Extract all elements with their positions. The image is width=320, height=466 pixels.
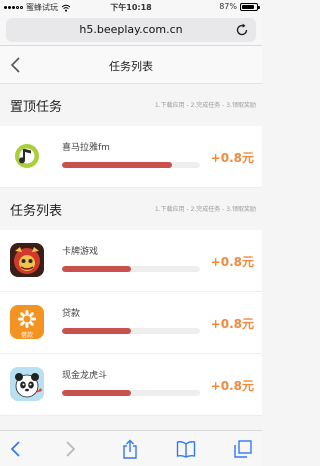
task-reward[interactable]: +0.8元	[211, 377, 254, 394]
panda-game-icon	[10, 367, 44, 401]
back-icon[interactable]	[6, 439, 26, 459]
pinned-section-header: 置顶任务 1.下载应用 - 2.完成任务 - 3.领取奖励	[0, 84, 262, 126]
loan-icon: 借款	[10, 305, 44, 339]
battery-percent: 87%	[219, 2, 237, 11]
task-progress-fill	[62, 266, 131, 272]
task-name: 贷款	[62, 309, 81, 319]
forward-icon[interactable]	[60, 439, 80, 459]
reload-icon[interactable]	[234, 22, 250, 38]
card-game-icon	[10, 243, 44, 277]
status-bar: 蜜蜂试玩 下午10:18 87%	[0, 0, 262, 14]
share-icon[interactable]	[120, 439, 140, 459]
task-reward[interactable]: +0.8元	[211, 149, 254, 166]
page-title: 任务列表	[109, 60, 153, 73]
task-progress-fill	[62, 162, 173, 168]
task-progress-bar	[62, 328, 200, 334]
battery-info: 87%	[219, 2, 260, 11]
section-title: 置顶任务	[10, 100, 63, 115]
loan-icon-text: 借款	[20, 332, 33, 339]
section-steps: 1.下载应用 - 2.完成任务 - 3.领取奖励	[154, 102, 256, 109]
browser-address-area: h5.beeplay.com.cn	[0, 14, 262, 46]
url-text[interactable]: h5.beeplay.com.cn	[6, 23, 256, 36]
task-row[interactable]: 现金龙虎斗 +0.8元	[0, 354, 262, 416]
task-name: 卡牌游戏	[62, 247, 99, 257]
task-progress-fill	[62, 390, 131, 396]
task-name: 现金龙虎斗	[62, 371, 108, 381]
task-row[interactable]: 喜马拉雅fm +0.8元	[0, 126, 262, 188]
battery-icon	[240, 2, 260, 11]
task-progress-bar	[62, 266, 200, 272]
bookmarks-icon[interactable]	[176, 439, 196, 459]
tabs-icon[interactable]	[233, 439, 253, 459]
task-progress-bar	[62, 162, 200, 168]
task-row[interactable]: 卡牌游戏 +0.8元	[0, 230, 262, 292]
task-row[interactable]: 借款 贷款 +0.8元	[0, 292, 262, 354]
ximalaya-icon	[10, 139, 44, 173]
task-reward[interactable]: +0.8元	[211, 253, 254, 270]
task-reward[interactable]: +0.8元	[211, 315, 254, 332]
task-list-section-header: 任务列表 1.下载应用 - 2.完成任务 - 3.领取奖励	[0, 188, 262, 230]
section-steps: 1.下载应用 - 2.完成任务 - 3.领取奖励	[154, 206, 256, 213]
task-progress-bar	[62, 390, 200, 396]
browser-toolbar	[0, 430, 262, 466]
task-name: 喜马拉雅fm	[62, 143, 110, 153]
page-header: 任务列表	[0, 46, 262, 84]
address-bar[interactable]: h5.beeplay.com.cn	[6, 18, 256, 42]
task-progress-fill	[62, 328, 131, 334]
section-title: 任务列表	[10, 204, 63, 219]
